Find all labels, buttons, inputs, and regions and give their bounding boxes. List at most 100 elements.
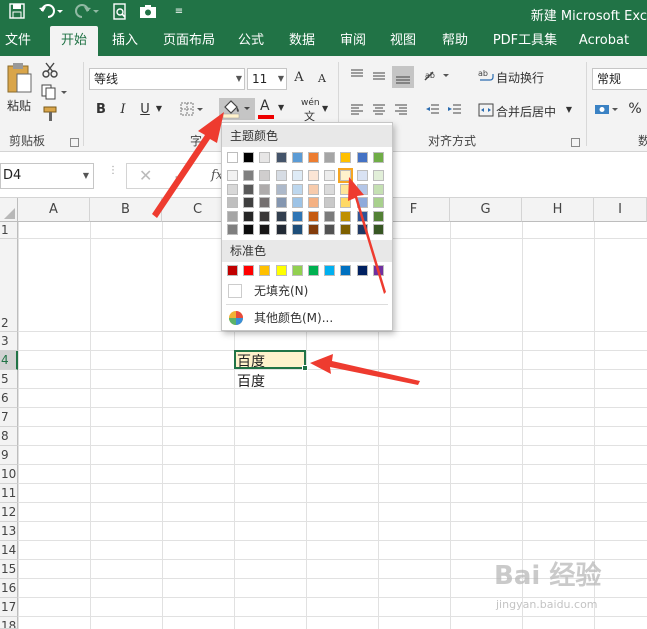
tab-formulas[interactable]: 公式 — [232, 26, 270, 56]
color-swatch[interactable] — [227, 265, 238, 276]
color-swatch[interactable] — [259, 152, 271, 163]
color-swatch[interactable] — [275, 183, 287, 195]
align-left-icon[interactable] — [348, 102, 366, 120]
orientation-icon[interactable]: ab — [423, 68, 451, 86]
color-swatch[interactable] — [227, 170, 238, 181]
row-header-6[interactable]: 6 — [0, 389, 18, 408]
row-header-2[interactable]: 2 — [0, 239, 18, 332]
fill-handle[interactable] — [302, 365, 308, 371]
color-swatch[interactable] — [291, 197, 303, 208]
row-header-18[interactable]: 18 — [0, 617, 18, 629]
tab-view[interactable]: 视图 — [384, 26, 422, 56]
align-center-icon[interactable] — [370, 102, 388, 120]
row-header-12[interactable]: 12 — [0, 503, 18, 522]
camera-icon[interactable] — [139, 3, 157, 21]
merge-icon[interactable] — [478, 102, 494, 120]
color-swatch[interactable] — [308, 152, 319, 163]
row-header-16[interactable]: 16 — [0, 579, 18, 598]
increase-indent-icon[interactable] — [446, 102, 464, 120]
splitter-dots-icon[interactable]: ⋮ — [108, 166, 118, 184]
row-header-11[interactable]: 11 — [0, 484, 18, 503]
color-swatch[interactable] — [324, 170, 336, 181]
decrease-indent-icon[interactable] — [424, 102, 442, 120]
grow-font-button[interactable]: A — [292, 70, 306, 85]
alignment-launcher-icon[interactable] — [571, 138, 580, 147]
chevron-down-icon[interactable]: ▼ — [154, 104, 164, 113]
redo-icon[interactable] — [74, 3, 100, 21]
color-swatch[interactable] — [227, 197, 238, 208]
tab-page-layout[interactable]: 页面布局 — [158, 26, 220, 56]
color-swatch[interactable] — [308, 210, 319, 222]
color-swatch[interactable] — [259, 210, 271, 222]
row-header-4[interactable]: 4 — [0, 351, 18, 370]
font-color-button[interactable]: A ▼ — [258, 98, 288, 120]
color-swatch[interactable] — [259, 224, 271, 235]
italic-button[interactable]: I — [116, 102, 130, 117]
row-header-15[interactable]: 15 — [0, 560, 18, 579]
paste-button[interactable]: 粘贴 — [4, 62, 34, 122]
color-swatch[interactable] — [243, 224, 255, 235]
color-swatch[interactable] — [324, 183, 336, 195]
align-middle-icon[interactable] — [370, 68, 388, 86]
cancel-icon[interactable]: ✕ — [139, 166, 152, 185]
fill-color-button[interactable] — [219, 98, 255, 120]
row-header-13[interactable]: 13 — [0, 522, 18, 541]
color-swatch[interactable] — [291, 170, 303, 181]
color-swatch[interactable] — [259, 183, 271, 195]
color-swatch[interactable] — [356, 183, 368, 195]
copy-icon[interactable] — [40, 84, 70, 102]
save-icon[interactable] — [8, 3, 26, 21]
color-swatch[interactable] — [308, 183, 319, 195]
color-swatch[interactable] — [227, 152, 238, 163]
tab-home[interactable]: 开始 — [50, 26, 98, 56]
merge-center-button[interactable]: 合并后居中 — [496, 103, 556, 120]
color-swatch[interactable] — [243, 265, 255, 276]
color-swatch[interactable] — [356, 170, 368, 181]
print-preview-icon[interactable] — [111, 3, 129, 21]
align-bottom-icon[interactable] — [392, 66, 414, 88]
color-swatch[interactable] — [324, 265, 336, 276]
row-header-10[interactable]: 10 — [0, 465, 18, 484]
color-swatch[interactable] — [227, 224, 238, 235]
currency-icon[interactable] — [594, 102, 622, 120]
row-header-5[interactable]: 5 — [0, 370, 18, 389]
color-swatch[interactable] — [324, 224, 336, 235]
color-swatch[interactable] — [356, 265, 368, 276]
color-swatch[interactable] — [275, 210, 287, 222]
row-header-8[interactable]: 8 — [0, 427, 18, 446]
row-header-7[interactable]: 7 — [0, 408, 18, 427]
color-swatch[interactable] — [308, 265, 319, 276]
font-size-select[interactable]: 11 ▼ — [247, 68, 287, 90]
color-swatch[interactable] — [227, 210, 238, 222]
color-swatch[interactable] — [243, 197, 255, 208]
color-swatch[interactable] — [308, 197, 319, 208]
color-swatch[interactable] — [308, 224, 319, 235]
bold-button[interactable]: B — [94, 102, 108, 117]
color-swatch[interactable] — [340, 210, 352, 222]
color-swatch[interactable] — [291, 183, 303, 195]
wrap-text-button[interactable]: 自动换行 — [496, 69, 544, 86]
color-swatch[interactable] — [308, 170, 319, 181]
color-swatch[interactable] — [340, 152, 352, 163]
color-swatch[interactable] — [291, 265, 303, 276]
color-swatch[interactable] — [356, 197, 368, 208]
color-swatch[interactable] — [372, 265, 384, 276]
row-header-14[interactable]: 14 — [0, 541, 18, 560]
color-swatch[interactable] — [243, 183, 255, 195]
enter-icon[interactable]: ✓ — [173, 166, 186, 185]
column-header-b[interactable]: B — [90, 198, 162, 222]
color-swatch[interactable] — [372, 152, 384, 163]
color-swatch[interactable] — [324, 152, 336, 163]
tab-file[interactable]: 文件 — [0, 26, 36, 56]
wrap-text-icon[interactable]: ab — [478, 68, 494, 86]
color-swatch[interactable] — [372, 224, 384, 235]
tab-insert[interactable]: 插入 — [105, 26, 145, 56]
row-header-9[interactable]: 9 — [0, 446, 18, 465]
color-swatch[interactable] — [340, 265, 352, 276]
underline-button[interactable]: U — [138, 102, 152, 117]
column-header-g[interactable]: G — [450, 198, 522, 222]
color-swatch[interactable] — [291, 152, 303, 163]
clipboard-launcher-icon[interactable] — [70, 138, 79, 147]
cut-icon[interactable] — [40, 62, 60, 80]
tab-help[interactable]: 帮助 — [436, 26, 474, 56]
